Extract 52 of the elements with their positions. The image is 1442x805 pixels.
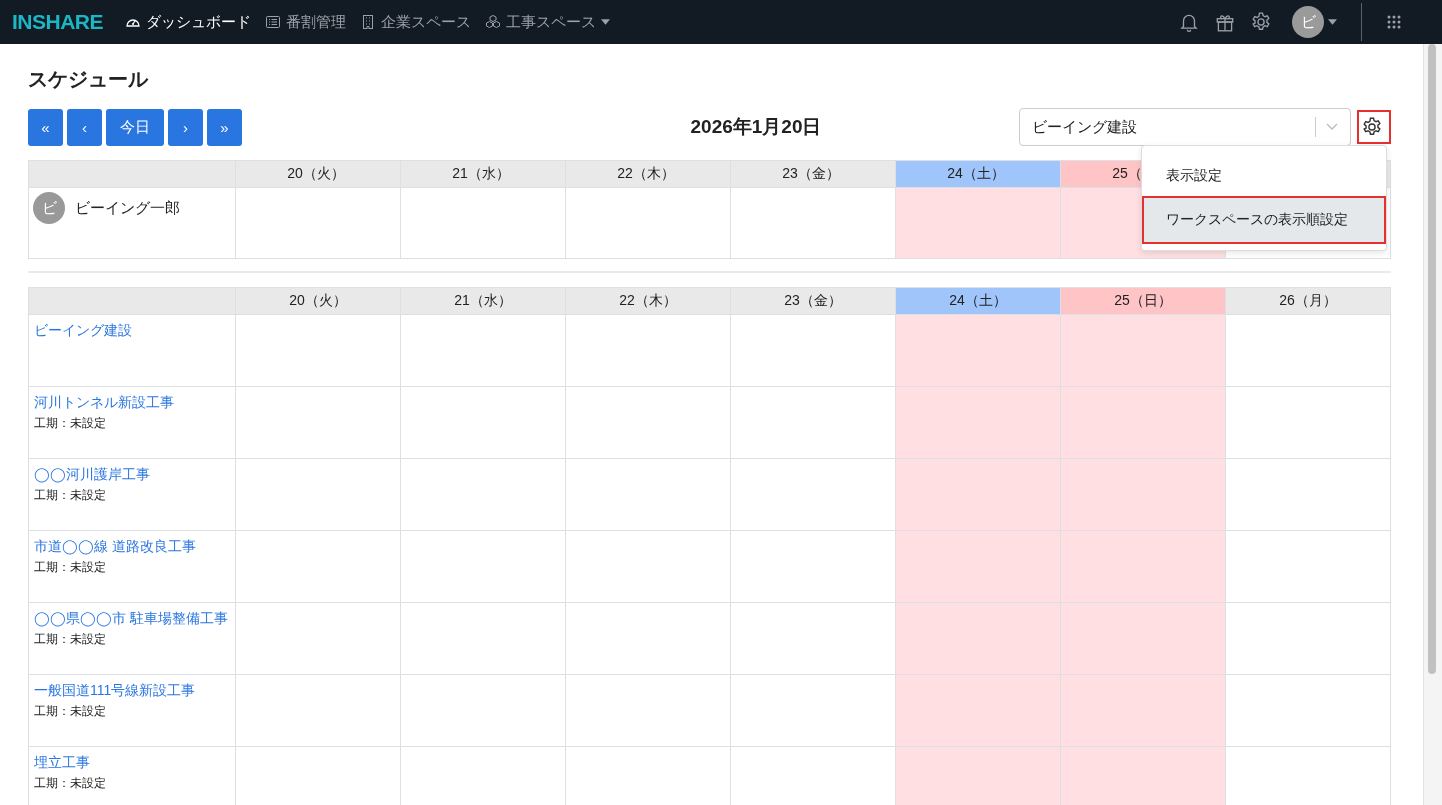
logo[interactable]: INSHARE — [12, 10, 103, 34]
date-nav-button[interactable]: ‹ — [67, 108, 102, 146]
page-title: スケジュール — [28, 67, 150, 92]
day-header: 22（木） — [565, 287, 731, 315]
day-header: 20（火） — [287, 165, 345, 181]
day-header: 24（土） — [947, 165, 1005, 181]
work-period: 工期：未設定 — [34, 775, 107, 792]
date-nav-button[interactable]: › — [168, 108, 203, 146]
menu-item[interactable]: ワークスペースの表示順設定 — [1142, 196, 1386, 244]
work-period: 工期：未設定 — [34, 487, 107, 504]
day-header: 22（木） — [617, 165, 675, 181]
nav-link[interactable]: ダッシュボード — [125, 12, 251, 32]
day-header: 24（土） — [895, 287, 1061, 315]
work-period: 工期：未設定 — [34, 415, 107, 432]
workspace-link[interactable]: 一般国道111号線新設工事 — [34, 679, 230, 701]
date-nav-button[interactable]: » — [207, 108, 242, 146]
day-header: 23（金） — [782, 165, 840, 181]
workspace-link[interactable]: 埋立工事 — [34, 751, 230, 773]
cubes-icon — [485, 14, 501, 30]
work-period: 工期：未設定 — [34, 703, 107, 720]
caret-icon[interactable] — [1328, 19, 1337, 25]
day-header: 21（水） — [400, 287, 566, 315]
building-icon — [360, 14, 376, 30]
workspace-link[interactable]: 市道◯◯線 道路改良工事 — [34, 535, 230, 557]
chevron-down-icon — [1326, 123, 1338, 131]
workspace-link[interactable]: ◯◯河川護岸工事 — [34, 463, 230, 485]
work-period: 工期：未設定 — [34, 559, 107, 576]
day-header: 26（月） — [1225, 287, 1391, 315]
scrollbar[interactable] — [1423, 44, 1442, 805]
day-header: 20（火） — [235, 287, 401, 315]
user-avatar[interactable]: ビ — [1292, 6, 1324, 38]
current-date: 2026年1月20日 — [689, 115, 823, 139]
workspace-link[interactable]: ◯◯県◯◯市 駐車場整備工事 — [34, 607, 230, 629]
list-icon — [265, 14, 281, 30]
workspace-link[interactable]: 河川トンネル新設工事 — [34, 391, 230, 413]
settings-button[interactable] — [1357, 110, 1391, 144]
day-header: 23（金） — [730, 287, 896, 315]
day-header: 25（日） — [1060, 287, 1226, 315]
apps-grid-icon[interactable] — [1386, 14, 1402, 30]
day-header: 21（水） — [452, 165, 510, 181]
nav-link[interactable]: 工事スペース — [485, 12, 610, 32]
nav-link[interactable]: 番割管理 — [265, 12, 346, 32]
day-header: 25（ — [1112, 165, 1142, 181]
date-nav-button[interactable]: « — [28, 108, 63, 146]
nav-link[interactable]: 企業スペース — [360, 12, 471, 32]
date-nav-button[interactable]: 今日 — [106, 108, 164, 146]
settings-icon — [1361, 116, 1383, 138]
menu-item[interactable]: 表示設定 — [1142, 156, 1386, 196]
settings-icon[interactable] — [1250, 11, 1272, 33]
member-name: ビーイング一郎 — [75, 198, 180, 218]
work-period: 工期：未設定 — [34, 631, 107, 648]
member-avatar: ビ — [33, 192, 65, 224]
